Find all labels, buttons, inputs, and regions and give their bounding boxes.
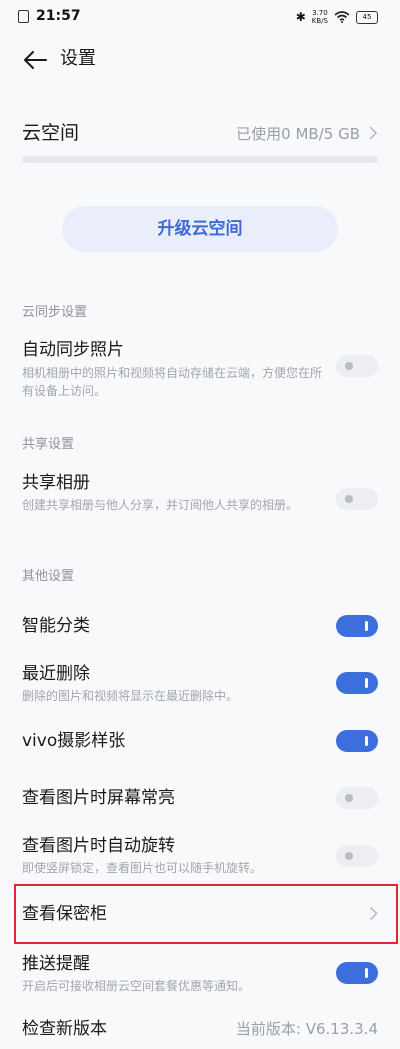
storage-usage-bar	[22, 156, 378, 163]
page-title: 设置	[60, 48, 96, 69]
auto-sync-title: 自动同步照片	[22, 340, 124, 360]
nav-bar: 设置	[0, 40, 400, 80]
cloud-space-row[interactable]: 云空间 已使用0 MB/5 GB	[22, 120, 378, 148]
smart-classify-title: 智能分类	[22, 616, 90, 636]
shared-album-toggle[interactable]	[336, 488, 378, 510]
toggle-knob	[365, 621, 368, 631]
cloud-space-title: 云空间	[22, 122, 80, 144]
toggle-knob	[365, 678, 368, 688]
toggle-knob	[345, 852, 353, 860]
auto-rotate-desc: 即使竖屏锁定，查看图片也可以随手机旋转。	[22, 861, 263, 875]
shared-album-title: 共享相册	[22, 473, 90, 493]
battery-level: 45	[362, 12, 372, 21]
toggle-knob	[345, 794, 353, 802]
push-notify-title: 推送提醒	[22, 954, 90, 974]
status-icons: ✱ 3.70 KB/S 45	[296, 9, 378, 25]
chevron-right-icon	[369, 126, 378, 140]
section-header-other: 其他设置	[22, 569, 75, 584]
auto-rotate-toggle[interactable]	[336, 845, 378, 867]
safe-box-title[interactable]: 查看保密柜	[22, 902, 107, 926]
status-bar: 21:57 ✱ 3.70 KB/S 45	[0, 0, 400, 34]
push-notify-desc: 开启后可接收相册云空间套餐优惠等通知。	[22, 979, 251, 993]
toggle-knob	[365, 968, 368, 978]
battery-icon: 45	[356, 10, 378, 24]
screen-on-toggle[interactable]	[336, 787, 378, 809]
status-time: 21:57	[36, 8, 81, 24]
auto-rotate-title: 查看图片时自动旋转	[22, 836, 175, 856]
recently-deleted-desc: 删除的图片和视频将显示在最近删除中。	[22, 689, 239, 703]
toggle-knob	[345, 495, 353, 503]
check-update-title[interactable]: 检查新版本	[22, 1017, 107, 1041]
vivo-sample-title: vivo摄影样张	[22, 731, 126, 751]
network-speed: 3.70 KB/S	[311, 9, 328, 25]
toggle-knob	[365, 736, 368, 746]
current-version-text: 当前版本: V6.13.3.4	[235, 1020, 378, 1038]
auto-sync-toggle[interactable]	[336, 355, 378, 377]
cloud-usage-text: 已使用0 MB/5 GB	[236, 125, 360, 143]
chevron-right-icon[interactable]	[369, 906, 378, 921]
vivo-sample-toggle[interactable]	[336, 730, 378, 752]
recently-deleted-title: 最近删除	[22, 664, 90, 684]
section-header-sync: 云同步设置	[22, 305, 88, 320]
arrow-left-icon[interactable]	[22, 48, 48, 72]
push-notify-toggle[interactable]	[336, 962, 378, 984]
screen-on-title: 查看图片时屏幕常亮	[22, 788, 175, 808]
notification-icon	[18, 10, 29, 23]
bluetooth-icon: ✱	[295, 10, 306, 24]
auto-sync-desc: 相机相册中的照片和视频将自动存储在云端，方便您在所有设备上访问。	[22, 366, 323, 398]
section-header-share: 共享设置	[22, 437, 75, 452]
smart-classify-toggle[interactable]	[336, 615, 378, 637]
toggle-knob	[345, 362, 353, 370]
shared-album-desc: 创建共享相册与他人分享，并订阅他人共享的相册。	[22, 498, 299, 512]
wifi-icon	[334, 11, 350, 23]
upgrade-cloud-button[interactable]: 升级云空间	[62, 206, 338, 252]
recently-deleted-toggle[interactable]	[336, 672, 378, 694]
